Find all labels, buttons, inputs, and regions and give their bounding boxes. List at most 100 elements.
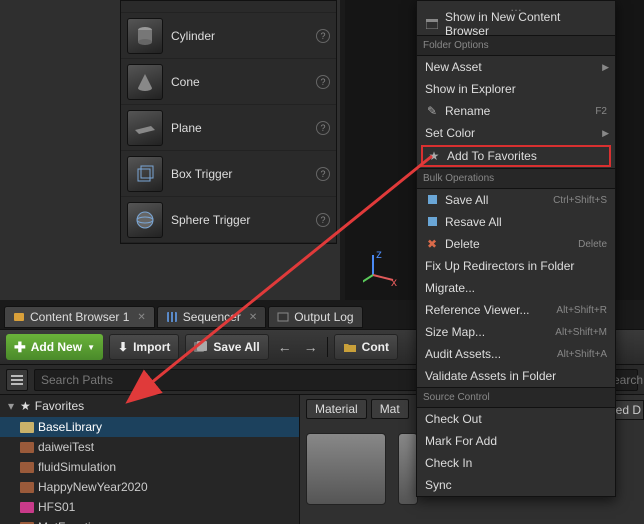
folder-icon [20, 422, 34, 433]
palette-item-label: Sphere Trigger [171, 213, 316, 227]
collapse-caret-icon: ▾ [6, 399, 16, 413]
chevron-right-icon: ▶ [602, 128, 609, 139]
folder-icon [20, 482, 34, 493]
ctx-validate-assets[interactable]: Validate Assets in Folder [417, 365, 615, 387]
save-icon [425, 193, 439, 207]
star-icon: ★ [427, 149, 441, 163]
plane-icon [127, 110, 163, 146]
palette-item-label: Cone [171, 75, 316, 89]
ctx-migrate[interactable]: Migrate... [417, 277, 615, 299]
chevron-down-icon: ▼ [87, 343, 95, 352]
filter-chip-material[interactable]: Material [306, 399, 367, 419]
asset-thumbnail[interactable] [306, 433, 386, 505]
ctx-rename[interactable]: ✎ Rename F2 [417, 100, 615, 122]
ctx-check-out[interactable]: Check Out [417, 408, 615, 430]
search-paths-input[interactable]: Search Paths 🔍 [34, 369, 471, 391]
place-actor-panel: Cylinder ? Cone ? Plane ? Box Trigger ? … [0, 0, 340, 300]
button-label: Add New [31, 340, 82, 354]
palette-item-cone[interactable]: Cone ? [121, 59, 336, 105]
breadcrumb-button[interactable]: Cont [334, 334, 398, 360]
ctx-save-all[interactable]: Save All Ctrl+Shift+S [417, 189, 615, 211]
favorite-folder[interactable]: HappyNewYear2020 [0, 477, 299, 497]
add-new-button[interactable]: ✚ Add New ▼ [6, 334, 103, 360]
tab-label: Output Log [294, 310, 353, 324]
sources-panel: ▾ ★ Favorites BaseLibrary daiweiTest fluid… [0, 395, 300, 524]
cone-icon [127, 64, 163, 100]
delete-icon: ✖ [425, 237, 439, 251]
help-icon[interactable]: ? [316, 121, 330, 135]
ctx-resave-all[interactable]: Resave All [417, 211, 615, 233]
favorite-folder[interactable]: HFS01 [0, 497, 299, 517]
ctx-section-bulk: Bulk Operations [417, 168, 615, 189]
sequencer-icon [166, 311, 178, 323]
ctx-show-new-browser[interactable]: Show in New Content Browser [417, 13, 615, 35]
folder-label: daiweiTest [38, 440, 94, 454]
tab-content-browser[interactable]: Content Browser 1 ✕ [4, 306, 155, 328]
palette-item-sphere-trigger[interactable]: Sphere Trigger ? [121, 197, 336, 243]
ctx-section-folder: Folder Options [417, 35, 615, 56]
folder-label: BaseLibrary [38, 420, 102, 434]
folder-label: HappyNewYear2020 [38, 480, 148, 494]
sphere-trigger-icon [127, 202, 163, 238]
favorite-folder[interactable]: BaseLibrary [0, 417, 299, 437]
help-icon[interactable]: ? [316, 75, 330, 89]
palette-item-cylinder[interactable]: Cylinder ? [121, 13, 336, 59]
window-icon [425, 17, 439, 31]
import-button[interactable]: ⬇ Import [109, 334, 179, 360]
palette-item-label: Plane [171, 121, 316, 135]
folder-icon [343, 341, 357, 353]
search-placeholder: Search Paths [41, 373, 113, 387]
ctx-fixup-redirectors[interactable]: Fix Up Redirectors in Folder [417, 255, 615, 277]
palette-item-label: Cylinder [171, 29, 316, 43]
ctx-sync[interactable]: Sync [417, 474, 615, 496]
context-menu: … Show in New Content Browser Folder Opt… [416, 0, 616, 497]
ctx-reference-viewer[interactable]: Reference Viewer... Alt+Shift+R [417, 299, 615, 321]
favorites-header[interactable]: ▾ ★ Favorites [0, 395, 299, 417]
save-icon [194, 341, 208, 353]
palette-item-plane[interactable]: Plane ? [121, 105, 336, 151]
tab-output-log[interactable]: Output Log [268, 306, 362, 328]
folder-label: MatFunctions [38, 520, 110, 524]
ctx-section-source-control: Source Control [417, 387, 615, 408]
help-icon[interactable]: ? [316, 29, 330, 43]
tab-label: Content Browser 1 [30, 310, 129, 324]
save-all-button[interactable]: Save All [185, 334, 268, 360]
favorite-folder[interactable]: MatFunctions [0, 517, 299, 524]
rename-icon: ✎ [425, 104, 439, 118]
favorite-folder[interactable]: daiweiTest [0, 437, 299, 457]
ctx-new-asset[interactable]: New Asset ▶ [417, 56, 615, 78]
asset-thumbnail[interactable] [398, 433, 418, 505]
ctx-check-in[interactable]: Check In [417, 452, 615, 474]
output-log-icon [277, 311, 289, 323]
tab-label: Sequencer [183, 310, 241, 324]
plus-icon: ✚ [14, 339, 26, 356]
box-trigger-icon [127, 156, 163, 192]
ctx-delete[interactable]: ✖ Delete Delete [417, 233, 615, 255]
ctx-show-explorer[interactable]: Show in Explorer [417, 78, 615, 100]
ctx-set-color[interactable]: Set Color ▶ [417, 122, 615, 144]
folder-icon [20, 462, 34, 473]
ctx-audit-assets[interactable]: Audit Assets... Alt+Shift+A [417, 343, 615, 365]
star-icon: ★ [20, 399, 31, 413]
close-icon[interactable]: ✕ [249, 312, 257, 323]
sources-panel-toggle[interactable] [6, 369, 28, 391]
button-label: Save All [213, 340, 259, 354]
filter-chip-mat[interactable]: Mat [371, 399, 409, 419]
favorites-label: Favorites [35, 399, 84, 413]
tab-sequencer[interactable]: Sequencer ✕ [157, 306, 266, 328]
ctx-mark-for-add[interactable]: Mark For Add [417, 430, 615, 452]
help-icon[interactable]: ? [316, 213, 330, 227]
save-icon [425, 215, 439, 229]
folder-label: fluidSimulation [38, 460, 116, 474]
help-icon[interactable]: ? [316, 167, 330, 181]
button-label: Import [133, 340, 170, 354]
palette-item-box-trigger[interactable]: Box Trigger ? [121, 151, 336, 197]
nav-back-button[interactable]: ← [275, 339, 295, 355]
ctx-add-to-favorites[interactable]: ★ Add To Favorites [421, 145, 611, 167]
close-icon[interactable]: ✕ [137, 312, 145, 323]
nav-forward-button[interactable]: → [301, 339, 321, 355]
ctx-size-map[interactable]: Size Map... Alt+Shift+M [417, 321, 615, 343]
folder-icon [20, 502, 34, 513]
favorite-folder[interactable]: fluidSimulation [0, 457, 299, 477]
folder-label: HFS01 [38, 500, 75, 514]
